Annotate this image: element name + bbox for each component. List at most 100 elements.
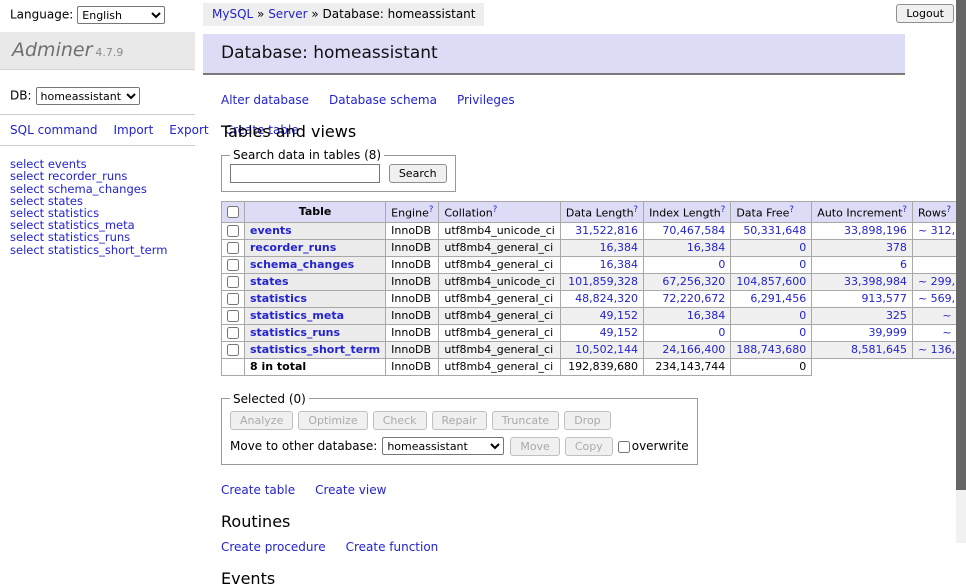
table-name-link[interactable]: statistics_meta bbox=[250, 309, 344, 322]
overwrite-label: overwrite bbox=[632, 439, 689, 453]
cell-index-length: 16,384 bbox=[644, 239, 731, 256]
row-checkbox[interactable] bbox=[227, 242, 239, 254]
cell-data-length: 10,502,144 bbox=[560, 341, 643, 358]
adminer-home-link[interactable]: Adminer bbox=[12, 39, 92, 61]
header-row: TableEngine?Collation?Data Length?Index … bbox=[222, 202, 966, 223]
table-row: statistics_metaInnoDButf8mb4_general_ci4… bbox=[222, 307, 966, 324]
breadcrumb-item[interactable]: Server bbox=[268, 7, 307, 21]
routine-actions: Create procedure Create function bbox=[221, 540, 905, 554]
create-procedure-link[interactable]: Create procedure bbox=[221, 540, 326, 554]
create-table-link[interactable]: Create table bbox=[221, 483, 295, 497]
table-row: recorder_runsInnoDButf8mb4_general_ci16,… bbox=[222, 239, 966, 256]
table-name-cell: recorder_runs bbox=[245, 239, 386, 256]
cell-data-free: 6,291,456 bbox=[731, 290, 812, 307]
copy-button[interactable]: Copy bbox=[565, 437, 613, 456]
cell-data-length: 49,152 bbox=[560, 324, 643, 341]
drop-button[interactable]: Drop bbox=[564, 411, 610, 430]
create-function-link[interactable]: Create function bbox=[346, 540, 439, 554]
cell-index-length: 67,256,320 bbox=[644, 273, 731, 290]
select-statistics_short_term-link[interactable]: select statistics_short_term bbox=[10, 243, 167, 257]
repair-button[interactable]: Repair bbox=[432, 411, 487, 430]
overwrite-checkbox[interactable] bbox=[618, 441, 630, 453]
sql-command-link[interactable]: SQL command bbox=[10, 123, 97, 137]
optimize-button[interactable]: Optimize bbox=[298, 411, 367, 430]
check-button[interactable]: Check bbox=[373, 411, 427, 430]
row-checkbox-cell bbox=[222, 239, 245, 256]
db-select[interactable]: homeassistant bbox=[36, 87, 140, 105]
cell-engine: InnoDB bbox=[386, 324, 439, 341]
column-header-auto-increment: Auto Increment? bbox=[812, 202, 913, 223]
row-checkbox-cell bbox=[222, 341, 245, 358]
help-icon[interactable]: ? bbox=[789, 205, 794, 215]
cell-data-free: 188,743,680 bbox=[731, 341, 812, 358]
db-selector-row: DB: homeassistant bbox=[0, 70, 195, 114]
analyze-button[interactable]: Analyze bbox=[230, 411, 293, 430]
column-header-data-free: Data Free? bbox=[731, 202, 812, 223]
help-icon[interactable]: ? bbox=[634, 205, 639, 215]
row-checkbox[interactable] bbox=[227, 259, 239, 271]
move-db-select[interactable]: homeassistant bbox=[382, 437, 504, 455]
selected-fieldset: Selected (0) Analyze Optimize Check Repair T… bbox=[221, 392, 698, 465]
table-name-link[interactable]: recorder_runs bbox=[250, 241, 336, 254]
cell-collation: utf8mb4_general_ci bbox=[439, 341, 560, 358]
help-icon[interactable]: ? bbox=[429, 205, 434, 215]
row-checkbox-cell bbox=[222, 273, 245, 290]
row-checkbox[interactable] bbox=[227, 327, 239, 339]
help-icon[interactable]: ? bbox=[902, 205, 907, 215]
select-all-checkbox[interactable] bbox=[227, 206, 239, 218]
table-select-item: select statistics_short_term bbox=[10, 244, 187, 256]
table-name-link[interactable]: statistics_runs bbox=[250, 326, 340, 339]
truncate-button[interactable]: Truncate bbox=[492, 411, 559, 430]
cell-collation: utf8mb4_unicode_ci bbox=[439, 222, 560, 239]
total-row: 8 in totalInnoDButf8mb4_general_ci192,83… bbox=[222, 358, 966, 375]
app-version: 4.7.9 bbox=[95, 46, 123, 59]
move-button[interactable]: Move bbox=[510, 437, 560, 456]
import-link[interactable]: Import bbox=[113, 123, 153, 137]
cell-index-length: 16,384 bbox=[644, 307, 731, 324]
column-header-collation: Collation? bbox=[439, 202, 560, 223]
breadcrumb-item[interactable]: MySQL bbox=[212, 7, 253, 21]
scrollbar-thumb[interactable] bbox=[956, 0, 966, 490]
row-checkbox[interactable] bbox=[227, 344, 239, 356]
column-header-engine: Engine? bbox=[386, 202, 439, 223]
help-icon[interactable]: ? bbox=[947, 205, 952, 215]
language-select[interactable]: English bbox=[77, 6, 165, 24]
cell-index-length: 72,220,672 bbox=[644, 290, 731, 307]
vertical-scrollbar[interactable] bbox=[956, 0, 966, 543]
total-data-length-cell: 192,839,680 bbox=[560, 358, 643, 375]
row-checkbox[interactable] bbox=[227, 276, 239, 288]
alter-database-link[interactable]: Alter database bbox=[221, 93, 309, 107]
table-row: schema_changesInnoDButf8mb4_general_ci16… bbox=[222, 256, 966, 273]
total-checkbox-cell bbox=[222, 358, 245, 375]
breadcrumb-separator: » bbox=[253, 7, 268, 21]
search-input[interactable] bbox=[230, 164, 380, 183]
table-name-cell: states bbox=[245, 273, 386, 290]
table-name-link[interactable]: schema_changes bbox=[250, 258, 354, 271]
cell-data-free: 104,857,600 bbox=[731, 273, 812, 290]
sidebar: Language: English Adminer4.7.9 DB: homea… bbox=[0, 0, 195, 256]
search-button[interactable]: Search bbox=[389, 164, 447, 183]
table-name-link[interactable]: statistics_short_term bbox=[250, 343, 380, 356]
help-icon[interactable]: ? bbox=[721, 205, 726, 215]
table-name-link[interactable]: states bbox=[250, 275, 289, 288]
privileges-link[interactable]: Privileges bbox=[457, 93, 515, 107]
cell-auto-increment: 33,898,196 bbox=[812, 222, 913, 239]
cell-data-length: 16,384 bbox=[560, 256, 643, 273]
selected-legend: Selected (0) bbox=[230, 392, 309, 406]
table-name-link[interactable]: events bbox=[250, 224, 292, 237]
table-name-link[interactable]: statistics bbox=[250, 292, 307, 305]
row-checkbox[interactable] bbox=[227, 310, 239, 322]
row-checkbox[interactable] bbox=[227, 293, 239, 305]
row-checkbox-cell bbox=[222, 222, 245, 239]
create-view-link[interactable]: Create view bbox=[315, 483, 386, 497]
page-title: Database: homeassistant bbox=[203, 34, 905, 75]
move-label: Move to other database: bbox=[230, 439, 377, 453]
row-checkbox-cell bbox=[222, 307, 245, 324]
row-checkbox[interactable] bbox=[227, 225, 239, 237]
row-checkbox-cell bbox=[222, 324, 245, 341]
table-name-cell: events bbox=[245, 222, 386, 239]
database-schema-link[interactable]: Database schema bbox=[329, 93, 437, 107]
row-checkbox-cell bbox=[222, 290, 245, 307]
logout-button[interactable]: Logout bbox=[896, 4, 954, 23]
help-icon[interactable]: ? bbox=[493, 205, 498, 215]
